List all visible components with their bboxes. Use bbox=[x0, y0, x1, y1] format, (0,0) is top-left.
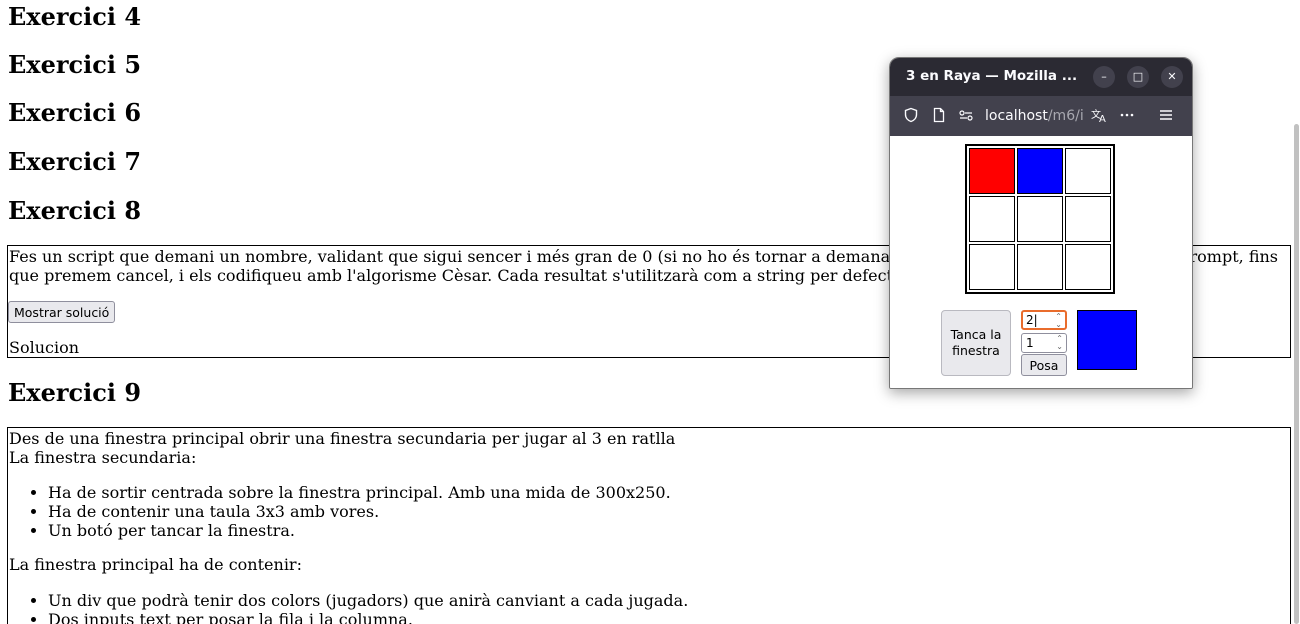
heading-exercici-8: Exercici 8 bbox=[8, 196, 142, 225]
solution-output: Solucion bbox=[9, 338, 80, 357]
heading-exercici-9: Exercici 9 bbox=[8, 378, 142, 407]
board-cell[interactable] bbox=[1017, 148, 1063, 194]
board-row bbox=[969, 244, 1111, 290]
popup-url-bar: localhost/m6/i 文A bbox=[890, 96, 1192, 136]
board-cell[interactable] bbox=[969, 244, 1015, 290]
tanca-finestra-button[interactable]: Tanca la finestra bbox=[941, 310, 1011, 376]
popup-titlebar[interactable]: 3 en Raya — Mozilla ... – □ ✕ bbox=[890, 58, 1192, 96]
ex8-text-line-2: que premem cancel, i els codifiqueu amb … bbox=[9, 266, 894, 285]
url-path: /m6/i bbox=[1047, 108, 1084, 124]
maximize-icon[interactable]: □ bbox=[1127, 66, 1149, 88]
board-cell[interactable] bbox=[1065, 196, 1111, 242]
ex8-text-line-1: Fes un script que demani un nombre, vali… bbox=[9, 247, 891, 266]
translate-icon[interactable]: 文A bbox=[1091, 107, 1109, 128]
board-cell[interactable] bbox=[1065, 148, 1111, 194]
spinner-icon[interactable]: ⌃ ⌄ bbox=[1055, 313, 1062, 329]
main-page: Exercici 4 Exercici 5 Exercici 6 Exercic… bbox=[0, 0, 1300, 624]
board-row bbox=[969, 148, 1111, 194]
tic-tac-toe-board bbox=[965, 144, 1115, 294]
page-scrollbar[interactable] bbox=[1292, 0, 1300, 624]
scrollbar-thumb[interactable] bbox=[1294, 124, 1299, 624]
minimize-icon[interactable]: – bbox=[1093, 66, 1115, 88]
list-item: Un botó per tancar la finestra. bbox=[48, 521, 671, 540]
more-options-icon[interactable] bbox=[1119, 107, 1135, 128]
ex8-text-line-1-end: rompt, fins bbox=[1189, 247, 1278, 266]
current-player-color bbox=[1077, 310, 1137, 370]
url-host: localhost bbox=[985, 108, 1048, 124]
popup-window-3-en-raya: 3 en Raya — Mozilla ... – □ ✕ localhost/… bbox=[889, 57, 1193, 389]
mostrar-solucio-button[interactable]: Mostrar solució bbox=[8, 301, 116, 323]
page-icon[interactable] bbox=[931, 107, 947, 128]
board-row bbox=[969, 196, 1111, 242]
popup-url[interactable]: localhost/m6/i bbox=[985, 107, 1084, 125]
list-item: Un div que podrà tenir dos colors (jugad… bbox=[48, 591, 688, 610]
close-icon[interactable]: ✕ bbox=[1161, 66, 1183, 88]
popup-window-title: 3 en Raya — Mozilla ... bbox=[906, 68, 1078, 84]
svg-text:A: A bbox=[1099, 114, 1106, 123]
board-cell[interactable] bbox=[1017, 244, 1063, 290]
heading-exercici-6: Exercici 6 bbox=[8, 98, 142, 127]
board-cell[interactable] bbox=[1017, 196, 1063, 242]
popup-content: Tanca la finestra 2| ⌃ ⌄ 1 ⌃ ⌄ Posa bbox=[890, 136, 1192, 388]
heading-exercici-4: Exercici 4 bbox=[8, 2, 142, 31]
exercici-9-box: Des de una finestra principal obrir una … bbox=[7, 427, 1291, 624]
board-cell[interactable] bbox=[1065, 244, 1111, 290]
spinner-icon[interactable]: ⌃ ⌄ bbox=[1056, 335, 1063, 351]
column-input-value: 1 bbox=[1026, 336, 1034, 350]
shield-icon[interactable] bbox=[903, 107, 919, 128]
heading-exercici-5: Exercici 5 bbox=[8, 50, 142, 79]
board-cell[interactable] bbox=[969, 196, 1015, 242]
main-window-requirements-list: Un div que podrà tenir dos colors (jugad… bbox=[8, 591, 688, 624]
posa-button[interactable]: Posa bbox=[1021, 354, 1067, 376]
heading-exercici-7: Exercici 7 bbox=[8, 147, 142, 176]
secondary-window-requirements-list: Ha de sortir centrada sobre la finestra … bbox=[8, 483, 671, 540]
permissions-icon[interactable] bbox=[958, 107, 974, 128]
column-input[interactable]: 1 ⌃ ⌄ bbox=[1021, 333, 1067, 353]
ex9-text-line-3: La finestra principal ha de contenir: bbox=[9, 555, 302, 574]
row-input-value: 2 bbox=[1026, 313, 1034, 327]
list-item: Dos inputs text per posar la fila i la c… bbox=[48, 610, 688, 624]
list-item: Ha de sortir centrada sobre la finestra … bbox=[48, 483, 671, 502]
board-cell[interactable] bbox=[969, 148, 1015, 194]
row-input[interactable]: 2| ⌃ ⌄ bbox=[1021, 310, 1067, 330]
list-item: Ha de contenir una taula 3x3 amb vores. bbox=[48, 502, 671, 521]
menu-icon[interactable] bbox=[1158, 107, 1174, 128]
ex9-text-line-1: Des de una finestra principal obrir una … bbox=[9, 429, 676, 448]
ex9-text-line-2: La finestra secundaria: bbox=[9, 448, 197, 467]
